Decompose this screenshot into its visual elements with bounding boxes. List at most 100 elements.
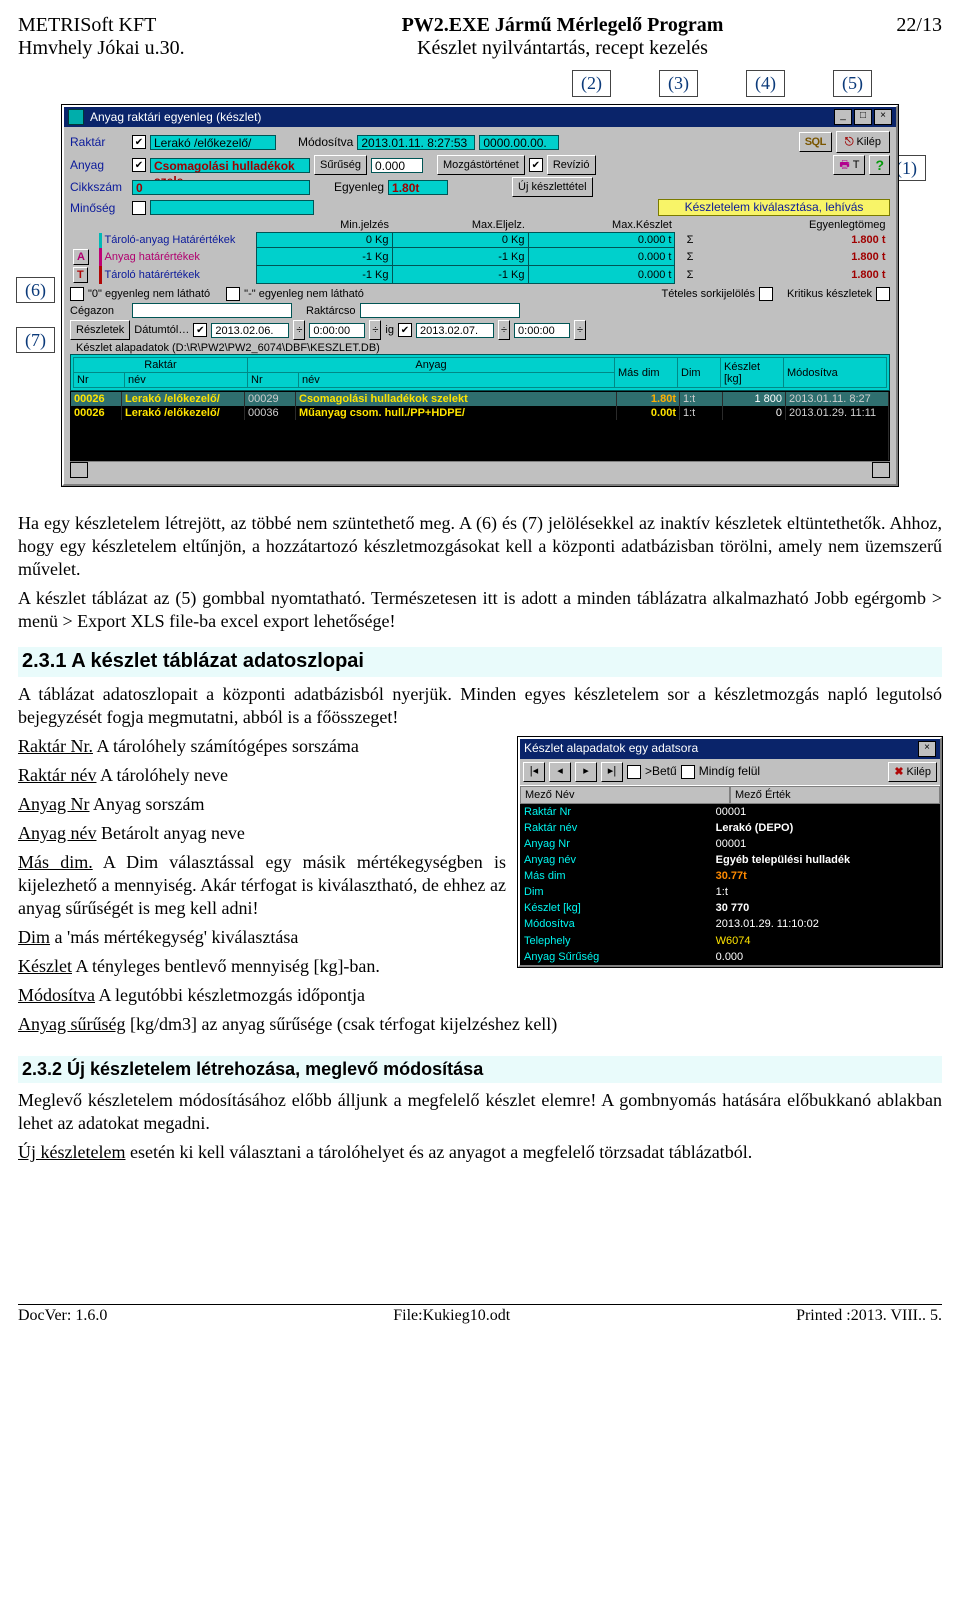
col-raktar[interactable]: Raktár [74,358,248,373]
col-raktar-nr[interactable]: Nr [74,373,125,388]
minoseg-field[interactable] [150,200,314,215]
timefrom-up-down[interactable]: ÷ [369,320,381,340]
mini-exit-button[interactable]: ✖Kilép [888,762,937,782]
density-field[interactable]: 0.000 [371,158,423,173]
kv-val: 30 770 [712,900,940,916]
col-raktar-nev[interactable]: név [125,373,248,388]
history-button[interactable]: Mozgástörténet [437,155,525,175]
datefrom-checkbox[interactable] [193,323,207,337]
minimize-button[interactable]: _ [834,109,852,125]
maximize-button[interactable]: □ [854,109,872,125]
history-checkbox[interactable] [529,158,543,172]
field-name: Raktár név [18,765,96,785]
cell: 00026 [71,392,122,406]
cell: Csomagolási hulladékok szelekt [296,392,617,406]
sql-icon: SQL [805,134,826,150]
kv-key: Készlet [kg] [520,900,712,916]
col-keszlet[interactable]: Készlet [kg] [721,358,784,388]
raktar-field[interactable]: Lerakó /előkezelő/ [150,135,276,150]
new-item-button[interactable]: Új készlettétel [512,177,592,197]
timeto-field[interactable]: 0:00:00 [514,323,570,338]
col-anyag[interactable]: Anyag [248,358,615,373]
new-item-label: Új készlettétel [518,179,586,195]
nav-last-button[interactable]: ▸| [601,762,623,782]
cegazon-field[interactable] [132,303,292,318]
timeto-up-down[interactable]: ÷ [574,320,586,340]
grid-body[interactable]: 00026 Lerakó /előkezelő/ 00029 Csomagolá… [70,391,890,461]
callout-5: (5) [833,70,872,97]
print-button[interactable]: 🖶T [833,155,865,175]
kv-val: 2013.01.29. 11:10:02 [712,916,940,932]
details-label: Részletek [76,322,124,338]
mini-header: Mező Név Mező Érték [520,785,940,804]
cell: 1:t [680,406,723,420]
app-title: PW2.EXE Jármű Mérlegelő Program [402,14,724,36]
nav-next-button[interactable]: ▸ [575,762,597,782]
field-name: Anyag sűrűség [18,1014,125,1034]
cikkszam-field[interactable]: 0 [132,180,310,195]
nav-first-button[interactable]: |◂ [523,762,545,782]
hide-zero-checkbox[interactable] [70,287,84,301]
limit3-total: 1.800 t [705,266,889,284]
modositva1-field: 2013.01.11. 8:27:53 [357,135,475,150]
raktar-checkbox[interactable] [132,135,146,149]
dateto-field[interactable]: 2013.02.07. [416,323,494,338]
mini-col-key: Mező Név [520,786,730,804]
kv-key: Anyag Nr [520,836,712,852]
close-button[interactable]: × [874,109,892,125]
cell: Lerakó /előkezelő/ [122,392,245,406]
egyenleg-field: 1.80t [388,180,448,195]
T-button[interactable]: T [73,267,88,283]
col-anyag-nr[interactable]: Nr [248,373,299,388]
address: Hmvhely Jókai u.30. [18,37,185,59]
density-button[interactable]: Sűrűség [314,155,367,175]
kv-key: Raktár név [520,820,712,836]
kv-val: 00001 [712,804,940,820]
select-item-bar[interactable]: Készletelem kiválasztása, lehívás [658,199,890,216]
cell: 00026 [71,406,122,420]
timefrom-field[interactable]: 0:00:00 [309,323,365,338]
exit-button[interactable]: ⎋Kilép [836,131,890,153]
horizontal-scrollbar[interactable] [70,461,890,478]
kv-val: Lerakó (DEPO) [712,820,940,836]
anyag-checkbox[interactable] [132,158,146,172]
datefrom-field[interactable]: 2013.02.06. [211,323,289,338]
rowmark-checkbox[interactable] [759,287,773,301]
hide-neg-checkbox[interactable] [226,287,240,301]
on-top-checkbox[interactable] [681,765,695,779]
kv-key: Más dim [520,868,712,884]
A-button[interactable]: A [73,249,89,265]
critical-checkbox[interactable] [876,287,890,301]
print-label: T [853,157,860,173]
datefrom-up-down[interactable]: ÷ [293,320,305,340]
limit2-total: 1.800 t [705,248,889,266]
dateto-checkbox[interactable] [398,323,412,337]
hide-zero-label: "0" egyenleg nem látható [88,288,210,300]
modositva2-field: 0000.00.00. [479,135,559,150]
nav-prev-button[interactable]: ◂ [549,762,571,782]
col-dim[interactable]: Dim [678,358,721,388]
betu-checkbox[interactable] [627,765,641,779]
mini-toolbar: |◂ ◂ ▸ ▸| >Betű Mindíg felül ✖Kilép [520,759,940,785]
revision-label: Revízió [553,157,590,173]
kv-key: Telephely [520,933,712,949]
col-anyag-nev[interactable]: név [299,373,615,388]
left-callout-6: (6) [16,280,55,301]
details-button[interactable]: Részletek [70,320,130,340]
limit2-sigma: Σ [675,248,705,266]
col-masdim[interactable]: Más dim [615,358,678,388]
mini-close-button[interactable]: × [918,741,936,757]
table-row[interactable]: 00026 Lerakó /előkezelő/ 00029 Csomagolá… [71,392,889,406]
table-row[interactable]: 00026 Lerakó /előkezelő/ 00036 Műanyag c… [71,406,889,420]
cell: 1:t [680,392,723,406]
mini-body: Raktár Nr00001 Raktár névLerakó (DEPO) A… [520,804,940,965]
minoseg-checkbox[interactable] [132,201,146,215]
sql-button[interactable]: SQL [799,132,832,152]
col-modositva[interactable]: Módosítva [784,358,887,388]
dateto-up-down[interactable]: ÷ [498,320,510,340]
raktarcso-field[interactable] [360,303,520,318]
revision-button[interactable]: Revízió [547,155,596,175]
anyag-field[interactable]: Csomagolási hulladékok szele [150,158,310,173]
help-button[interactable]: ? [869,155,890,175]
field-name: Más dim. [18,852,93,872]
